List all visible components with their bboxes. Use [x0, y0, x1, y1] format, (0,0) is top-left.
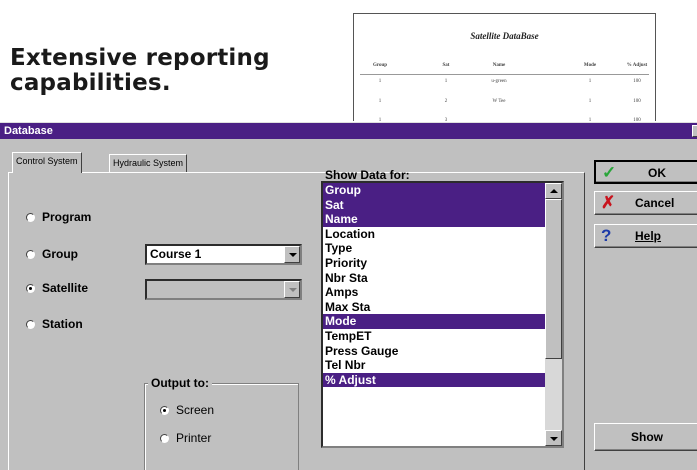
- list-item[interactable]: TempET: [323, 329, 545, 344]
- chevron-down-icon[interactable]: [284, 281, 300, 298]
- list-item[interactable]: Nbr Sta: [323, 271, 545, 286]
- report-preview: Satellite DataBase Group Sat Name Mode %…: [353, 13, 656, 121]
- radio-label: Group: [42, 247, 78, 261]
- radio-dot: [26, 213, 35, 222]
- headline-line-2: capabilities.: [10, 70, 171, 96]
- window-title: Database: [4, 125, 53, 137]
- report-cell: W Tee: [492, 99, 506, 104]
- list-item[interactable]: Max Sta: [323, 300, 545, 315]
- headline-line-1: Extensive reporting: [10, 45, 270, 71]
- report-col-header: Name: [492, 63, 506, 68]
- report-cell: 1: [588, 79, 592, 84]
- radio-dot: [26, 250, 35, 259]
- title-bar[interactable]: Database: [0, 123, 697, 139]
- satellite-combo[interactable]: [145, 279, 302, 300]
- database-dialog: Database Control System Hydraulic System…: [0, 122, 697, 470]
- checkmark-icon: ✓: [602, 163, 617, 182]
- list-item[interactable]: Amps: [323, 285, 545, 300]
- report-cell: 1: [588, 118, 592, 121]
- radio-program[interactable]: Program: [26, 210, 91, 224]
- question-mark-icon: ?: [601, 226, 612, 245]
- radio-label: Printer: [176, 431, 212, 445]
- list-item[interactable]: Name: [323, 212, 545, 227]
- list-item[interactable]: Priority: [323, 256, 545, 271]
- ok-label: OK: [648, 166, 666, 180]
- x-icon: ✗: [601, 193, 616, 212]
- report-cell: 1: [588, 99, 592, 104]
- help-label: Help: [635, 229, 662, 243]
- scroll-up-icon[interactable]: [545, 183, 562, 199]
- radio-station[interactable]: Station: [26, 317, 83, 331]
- report-cell: 1: [378, 99, 382, 104]
- report-title: Satellite DataBase: [470, 31, 539, 41]
- show-button[interactable]: Show: [594, 423, 697, 451]
- radio-dot: [26, 284, 35, 293]
- radio-dot: [26, 320, 35, 329]
- report-cell: 1: [444, 79, 448, 84]
- report-cell: 2: [444, 99, 448, 104]
- report-cell: u-green: [491, 79, 507, 84]
- output-groupbox: [144, 383, 299, 470]
- list-item[interactable]: Sat: [323, 197, 545, 213]
- show-label: Show: [631, 430, 663, 444]
- help-button[interactable]: ? Help: [594, 224, 697, 248]
- report-col-header: Sat: [442, 63, 450, 68]
- scroll-down-icon[interactable]: [545, 430, 562, 446]
- list-item[interactable]: Group: [323, 183, 545, 198]
- list-scrollbar[interactable]: [545, 183, 562, 446]
- radio-group[interactable]: Group: [26, 247, 78, 261]
- report-cell: 100: [633, 99, 641, 104]
- radio-dot: [160, 434, 169, 443]
- radio-dot: [160, 406, 169, 415]
- show-data-list[interactable]: Group Sat Name Location Type Priority Nb…: [321, 181, 564, 448]
- headline: Extensive reporting capabilities.: [10, 46, 270, 96]
- tab-control-system[interactable]: Control System: [12, 152, 82, 173]
- close-icon[interactable]: [692, 125, 697, 137]
- radio-label: Program: [42, 210, 92, 224]
- list-item[interactable]: % Adjust: [323, 372, 545, 388]
- scroll-thumb[interactable]: [545, 199, 562, 359]
- ok-button[interactable]: ✓ OK: [594, 160, 697, 184]
- report-col-header: Mode: [583, 63, 597, 68]
- report-cell: 100: [633, 79, 641, 84]
- report-col-header: % Adjust: [626, 63, 648, 68]
- list-item[interactable]: Type: [323, 241, 545, 256]
- list-item[interactable]: Tel Nbr: [323, 358, 545, 373]
- report-cell: 1: [378, 118, 382, 121]
- report-cell: 1: [378, 79, 382, 84]
- chevron-down-icon[interactable]: [284, 246, 300, 263]
- output-label: Output to:: [148, 376, 212, 390]
- report-col-header: Group: [372, 63, 388, 68]
- list-item[interactable]: Location: [323, 227, 545, 242]
- report-cell: 3: [444, 118, 448, 121]
- tab-label: Hydraulic System: [113, 158, 184, 168]
- group-combo[interactable]: Course 1: [145, 244, 302, 265]
- radio-satellite[interactable]: Satellite: [26, 281, 88, 295]
- show-data-label: Show Data for:: [325, 168, 410, 182]
- list-item[interactable]: Press Gauge: [323, 344, 545, 359]
- tab-label: Control System: [16, 156, 78, 166]
- group-combo-value: Course 1: [150, 247, 202, 261]
- tab-hydraulic-system[interactable]: Hydraulic System: [109, 154, 188, 172]
- radio-label: Station: [42, 317, 83, 331]
- radio-printer[interactable]: Printer: [160, 431, 211, 445]
- radio-label: Screen: [176, 403, 215, 417]
- cancel-button[interactable]: ✗ Cancel: [594, 191, 697, 215]
- report-rule: [360, 74, 649, 75]
- radio-label: Satellite: [42, 281, 89, 295]
- list-item[interactable]: Mode: [323, 314, 545, 329]
- cancel-label: Cancel: [635, 196, 675, 210]
- radio-screen[interactable]: Screen: [160, 403, 214, 417]
- report-cell: 100: [633, 118, 641, 121]
